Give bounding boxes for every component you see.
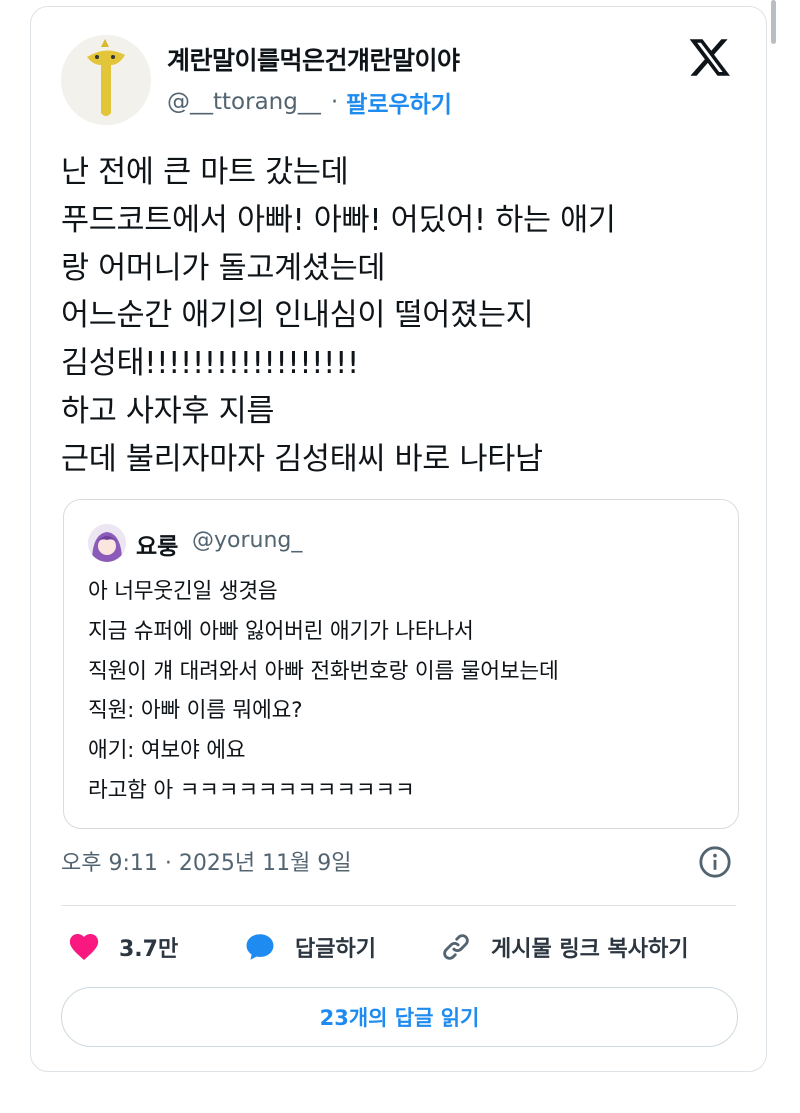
tweet-line: 하고 사자후 지름 [61, 393, 275, 429]
author-avatar[interactable] [61, 35, 151, 125]
separator-dot: · [330, 89, 339, 115]
quoted-author-avatar [88, 524, 126, 562]
read-replies-label: 23개의 답글 읽기 [319, 1006, 480, 1030]
tweet-line: 김성태!!!!!!!!!!!!!!!!!! [61, 346, 359, 382]
tweet-card: 계란말이를먹은건걔란말이야 @__ttorang__ · 팔로우하기 난 전에 … [30, 6, 767, 1072]
author-display-name[interactable]: 계란말이를먹은건걔란말이야 [167, 41, 460, 77]
link-icon [443, 934, 469, 960]
tweet-timestamp[interactable]: 오후 9:11 · 2025년 11월 9일 [61, 845, 352, 877]
scrollbar[interactable] [771, 0, 776, 44]
heart-icon [69, 933, 99, 961]
action-bar: 3.7만 답글하기 게시물 링크 복사하기 [67, 922, 688, 972]
tweet-line: 어느순간 애기의 인내심이 떨어졌는지 [61, 298, 534, 334]
copy-link-label: 게시물 링크 복사하기 [491, 937, 689, 962]
quoted-line: 아 너무웃긴일 생겻음 [88, 579, 278, 604]
tweet-line: 근데 불리자마자 김성태씨 바로 나타남 [61, 441, 543, 477]
like-button[interactable]: 3.7만 [67, 930, 243, 964]
tweet-line: 랑 어머니가 돌고계셨는데 [61, 250, 386, 286]
quoted-tweet[interactable]: 요룽 @yorung_ 아 너무웃긴일 생겻음 지금 슈퍼에 아빠 잃어버린 애… [63, 499, 739, 829]
quoted-author-name: 요룽 [136, 534, 179, 560]
author-handle-row: @__ttorang__ · 팔로우하기 [167, 85, 452, 119]
follow-button[interactable]: 팔로우하기 [346, 85, 452, 119]
quoted-author-handle: @yorung_ [192, 528, 303, 553]
quoted-line: 직원: 아빠 이름 뭐에요? [88, 698, 303, 724]
quoted-line: 지금 슈퍼에 아빠 잃어버린 애기가 나타나서 [88, 618, 474, 644]
quoted-line: 직원이 걔 대려와서 아빠 전화번호랑 이름 물어보는데 [88, 658, 559, 684]
info-icon[interactable] [698, 845, 732, 879]
quoted-tweet-text: 아 너무웃긴일 생겻음 지금 슈퍼에 아빠 잃어버린 애기가 나타나서 직원이 … [88, 572, 718, 811]
like-count: 3.7만 [119, 937, 179, 962]
quoted-line: 라고함 아 ㅋㅋㅋㅋㅋㅋㅋㅋㅋㅋㅋㅋ [88, 777, 415, 803]
tweet-text: 난 전에 큰 마트 갔는데 푸드코트에서 아빠! 아빠! 어딨어! 하는 애기 … [61, 149, 741, 484]
x-logo-icon[interactable] [688, 35, 732, 79]
author-handle[interactable]: @__ttorang__ [167, 89, 321, 115]
reply-label: 답글하기 [295, 937, 376, 962]
reply-bubble-icon [246, 934, 274, 960]
tweet-line: 난 전에 큰 마트 갔는데 [61, 155, 349, 190]
copy-link-button[interactable]: 게시물 링크 복사하기 [439, 930, 688, 964]
reply-button[interactable]: 답글하기 [243, 930, 439, 964]
divider [61, 905, 736, 906]
quoted-line: 애기: 여보야 에요 [88, 738, 246, 764]
read-replies-button[interactable]: 23개의 답글 읽기 [61, 987, 738, 1047]
tweet-line: 푸드코트에서 아빠! 아빠! 어딨어! 하는 애기 [61, 202, 616, 238]
